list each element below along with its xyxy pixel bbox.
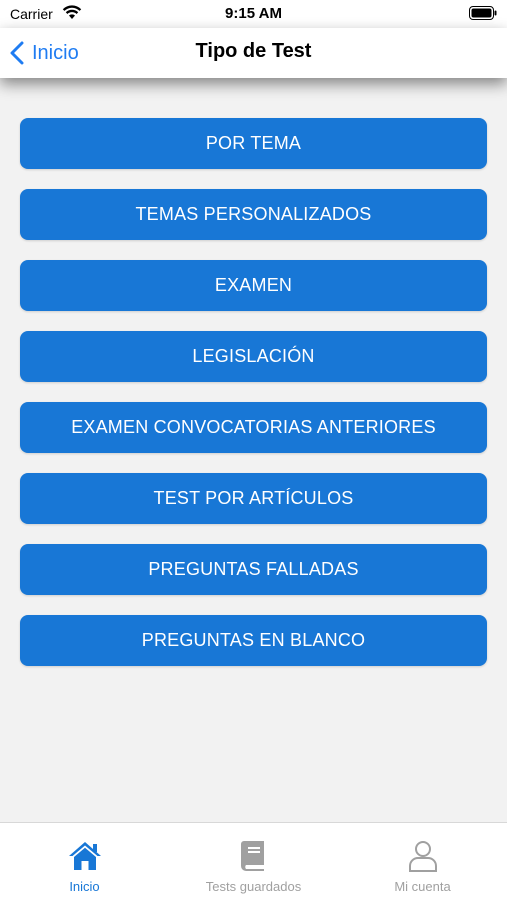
test-por-articulos-button[interactable]: TEST POR ARTÍCULOS xyxy=(20,473,487,524)
tab-mi-cuenta-label: Mi cuenta xyxy=(394,879,451,894)
battery-icon xyxy=(469,6,497,20)
tab-tests-guardados[interactable]: Tests guardados xyxy=(169,823,338,901)
navigation-bar: Inicio Tipo de Test xyxy=(0,28,507,78)
tab-bar: Inicio Tests guardados Mi cuenta xyxy=(0,822,507,901)
test-type-list: POR TEMA TEMAS PERSONALIZADOS EXAMEN LEG… xyxy=(20,118,487,686)
tab-inicio-label: Inicio xyxy=(69,879,100,894)
temas-personalizados-button[interactable]: TEMAS PERSONALIZADOS xyxy=(20,189,487,240)
status-bar: Carrier 9:15 AM xyxy=(0,0,507,28)
tab-inicio[interactable]: Inicio xyxy=(0,823,169,901)
por-tema-button[interactable]: POR TEMA xyxy=(20,118,487,169)
tab-mi-cuenta[interactable]: Mi cuenta xyxy=(338,823,507,901)
legislacion-button[interactable]: LEGISLACIÓN xyxy=(20,331,487,382)
home-icon xyxy=(68,842,101,870)
book-icon xyxy=(240,841,264,871)
examen-button[interactable]: EXAMEN xyxy=(20,260,487,311)
preguntas-falladas-button[interactable]: PREGUNTAS FALLADAS xyxy=(20,544,487,595)
tab-tests-guardados-label: Tests guardados xyxy=(205,879,302,894)
user-icon xyxy=(408,841,437,872)
status-time: 9:15 AM xyxy=(225,5,282,22)
page-title: Tipo de Test xyxy=(195,40,312,62)
preguntas-en-blanco-button[interactable]: PREGUNTAS EN BLANCO xyxy=(20,615,487,666)
examen-convocatorias-anteriores-button[interactable]: EXAMEN CONVOCATORIAS ANTERIORES xyxy=(20,402,487,453)
